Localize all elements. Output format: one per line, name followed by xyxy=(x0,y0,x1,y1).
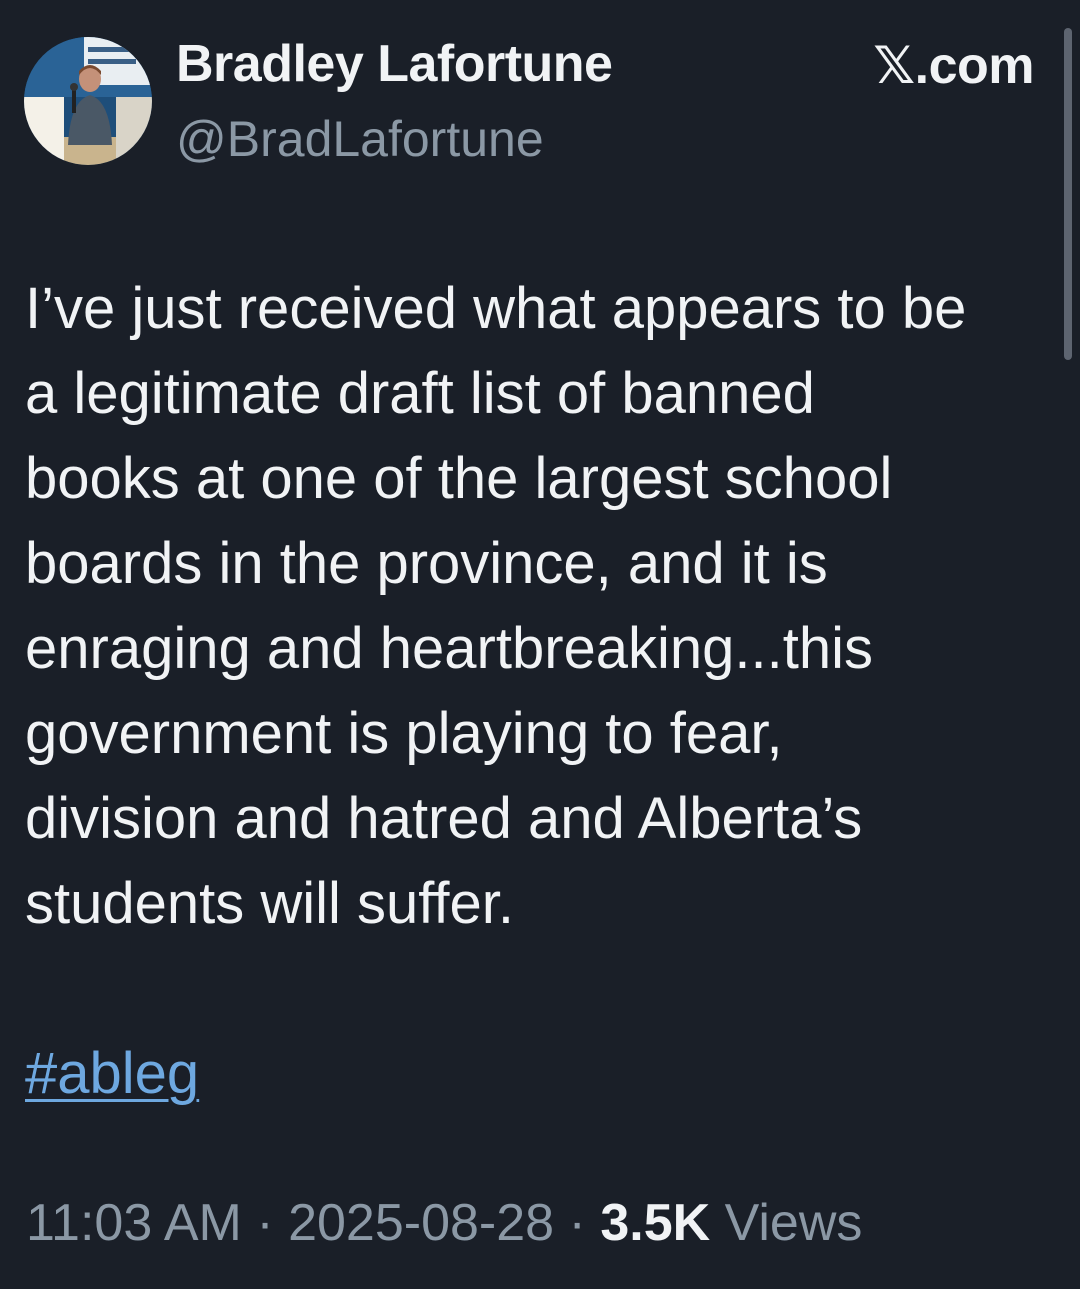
tweet-line: boards in the province, and it is xyxy=(25,531,828,596)
tweet-line: students will suffer. xyxy=(25,871,514,936)
views-count: 3.5K xyxy=(600,1194,711,1252)
tweet-date[interactable]: 2025-08-28 xyxy=(288,1194,554,1252)
separator: · xyxy=(568,1194,586,1252)
avatar[interactable] xyxy=(24,37,152,165)
profile-photo-icon xyxy=(24,37,152,165)
display-name[interactable]: Bradley Lafortune xyxy=(176,34,613,94)
tweet-line: books at one of the largest school xyxy=(25,446,893,511)
tweet-line: I’ve just received what appears to be xyxy=(25,276,967,341)
tweet-line: enraging and heartbreaking...this xyxy=(25,616,874,681)
tweet-text: I’ve just received what appears to be a … xyxy=(25,266,1055,946)
x-logo-source: 𝕏.com xyxy=(873,37,1034,95)
tweet-time[interactable]: 11:03 AM xyxy=(26,1194,242,1252)
separator: · xyxy=(256,1194,274,1252)
tweet-line: a legitimate draft list of banned xyxy=(25,361,815,426)
tweet-line: government is playing to fear, xyxy=(25,701,783,766)
views-label: Views xyxy=(724,1194,863,1252)
scrollbar[interactable] xyxy=(1064,28,1072,360)
user-handle[interactable]: @BradLafortune xyxy=(176,110,544,168)
hashtag-link[interactable]: #ableg xyxy=(25,1036,199,1111)
tweet-line: division and hatred and Alberta’s xyxy=(25,786,863,851)
tweet-meta: 11:03 AM · 2025-08-28 · 3.5K Views xyxy=(26,1188,862,1258)
